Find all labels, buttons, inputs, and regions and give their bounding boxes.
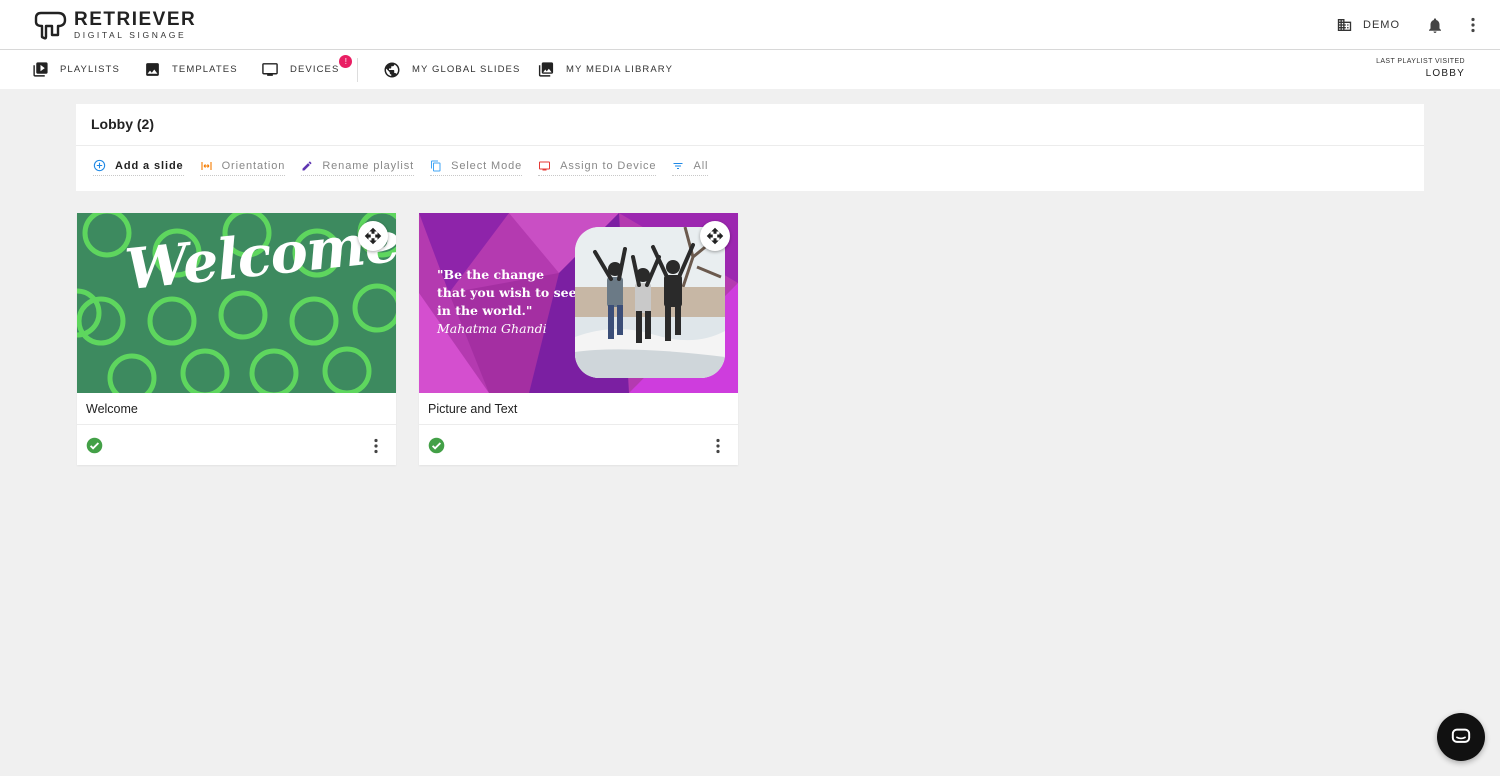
page-title: Lobby (2) [91,116,154,132]
top-app-bar: RETRIEVER DIGITAL SIGNAGE DEMO [0,0,1500,50]
photo-library-icon [538,62,554,77]
slide-thumbnail[interactable]: Welcome [77,213,396,393]
nav-global-slides-label: MY GLOBAL SLIDES [412,64,521,75]
assign-to-device-label: Assign to Device [560,159,657,172]
playlist-play-icon [33,62,48,77]
devices-alert-badge: ! [339,55,353,68]
slide-thumbnail[interactable]: "Be the change that you wish to see in t… [419,213,738,393]
nav-playlists-label: PLAYLISTS [60,64,120,75]
jumping-people-photo [575,227,725,378]
rename-playlist-label: Rename playlist [322,159,415,172]
slide-menu-button[interactable] [372,437,380,454]
orientation-icon [201,161,212,170]
nav-media-library-label: MY MEDIA LIBRARY [566,64,674,75]
retriever-logo-icon [34,11,67,40]
nav-media-library[interactable]: MY MEDIA LIBRARY [537,50,673,89]
quote-text: "Be the change that you wish to see in t… [437,267,577,318]
nav-divider [357,58,358,82]
panel-divider [76,145,1424,146]
brand-logo[interactable]: RETRIEVER DIGITAL SIGNAGE [32,10,196,40]
slide-card[interactable]: "Be the change that you wish to see in t… [419,213,738,465]
slide-photo [575,227,725,378]
organization-selector[interactable]: DEMO [1336,17,1400,33]
orientation-button[interactable]: Orientation [199,159,286,176]
main-navigation: PLAYLISTS TEMPLATES DEVICES ! MY GLOBAL … [0,50,1500,89]
check-circle-icon [428,437,445,454]
drag-handle-button[interactable] [358,221,388,251]
add-slide-button[interactable]: Add a slide [93,159,184,176]
globe-icon [384,62,400,77]
nav-global-slides[interactable]: MY GLOBAL SLIDES [383,50,520,89]
bell-icon [1429,17,1441,33]
nav-templates-label: TEMPLATES [172,64,238,75]
select-mode-label: Select Mode [451,159,523,172]
organization-label: DEMO [1363,19,1400,31]
filter-all-label: All [693,159,709,172]
more-vertical-icon [716,438,720,453]
last-visited-label: LAST PLAYLIST VISITED [1376,58,1465,65]
last-playlist-visited[interactable]: LAST PLAYLIST VISITED LOBBY [1376,58,1465,79]
card-divider [77,424,396,425]
pencil-icon [302,160,312,170]
move-arrows-icon [706,227,724,245]
brand-title: RETRIEVER [74,9,197,31]
last-visited-link[interactable]: LOBBY [1376,68,1465,79]
slide-menu-button[interactable] [714,437,722,454]
image-icon [146,63,159,76]
monitor-icon [262,63,278,76]
slide-name: Picture and Text [428,402,518,416]
playlist-header-panel: Lobby (2) Add a slide Orientation Rename… [76,104,1424,191]
drag-handle-button[interactable] [700,221,730,251]
playlist-actions-toolbar: Add a slide Orientation Rename playlist … [93,159,724,176]
chat-launcher-button[interactable] [1437,713,1485,761]
monitor-icon [539,161,551,170]
move-arrows-icon [364,227,382,245]
nav-playlists[interactable]: PLAYLISTS [32,50,120,89]
slide-name: Welcome [86,402,138,416]
assign-to-device-button[interactable]: Assign to Device [538,159,657,176]
add-circle-icon [93,159,106,172]
chat-bubble-icon [1451,728,1471,743]
notifications-button[interactable] [1426,16,1444,35]
more-vertical-icon [374,438,378,453]
slide-card[interactable]: Welcome Welcome [77,213,396,465]
more-vertical-icon [1471,17,1475,33]
check-circle-icon [86,437,103,454]
nav-templates[interactable]: TEMPLATES [144,50,238,89]
nav-devices[interactable]: DEVICES ! [261,50,353,89]
select-mode-button[interactable]: Select Mode [430,159,523,176]
quote-author: Mahatma Ghandi [437,321,547,336]
filter-icon [673,162,683,169]
card-divider [419,424,738,425]
orientation-label: Orientation [221,159,286,172]
rename-playlist-button[interactable]: Rename playlist [301,159,415,176]
nav-devices-label: DEVICES [290,64,340,75]
brand-subtitle: DIGITAL SIGNAGE [74,30,187,41]
slide-thumb-quote: "Be the change that you wish to see in t… [437,266,577,338]
add-slide-label: Add a slide [115,159,184,172]
app-menu-button[interactable] [1470,17,1476,33]
filter-all-button[interactable]: All [672,159,709,176]
building-icon [1337,19,1352,31]
copy-icon [431,160,441,171]
